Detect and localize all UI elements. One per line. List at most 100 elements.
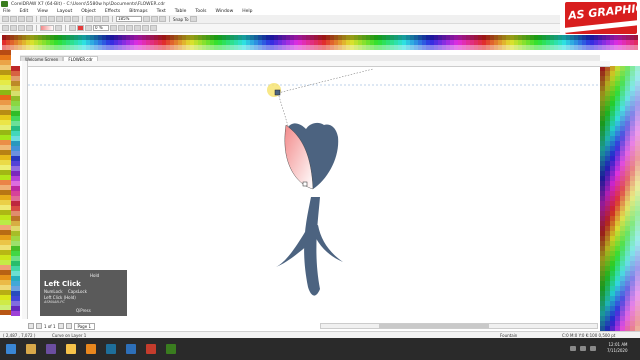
- import-button[interactable]: [86, 16, 93, 22]
- color-swatch[interactable]: [610, 171, 615, 176]
- color-swatch[interactable]: [0, 265, 11, 270]
- color-swatch[interactable]: [11, 191, 20, 196]
- color-swatch[interactable]: [635, 66, 640, 71]
- color-swatch[interactable]: [635, 186, 640, 191]
- color-swatch[interactable]: [26, 45, 30, 50]
- color-swatch[interactable]: [600, 166, 605, 171]
- color-swatch[interactable]: [18, 40, 22, 45]
- color-swatch[interactable]: [410, 35, 414, 40]
- color-swatch[interactable]: [635, 281, 640, 286]
- color-swatch[interactable]: [11, 281, 20, 286]
- color-swatch[interactable]: [635, 256, 640, 261]
- color-swatch[interactable]: [11, 116, 20, 121]
- color-swatch[interactable]: [610, 196, 615, 201]
- export-button[interactable]: [94, 16, 101, 22]
- color-swatch[interactable]: [635, 296, 640, 301]
- color-swatch[interactable]: [6, 40, 10, 45]
- color-swatch[interactable]: [11, 221, 20, 226]
- color-swatch[interactable]: [190, 35, 194, 40]
- color-swatch[interactable]: [0, 210, 11, 215]
- color-swatch[interactable]: [114, 35, 118, 40]
- color-swatch[interactable]: [600, 251, 605, 256]
- smooth-blend-button[interactable]: [126, 25, 133, 31]
- color-swatch[interactable]: [605, 156, 610, 161]
- color-swatch[interactable]: [26, 35, 30, 40]
- color-swatch[interactable]: [234, 45, 238, 50]
- color-swatch[interactable]: [210, 35, 214, 40]
- color-swatch[interactable]: [630, 166, 635, 171]
- color-swatch[interactable]: [600, 201, 605, 206]
- color-swatch[interactable]: [625, 131, 630, 136]
- color-swatch[interactable]: [610, 45, 614, 50]
- color-swatch[interactable]: [620, 221, 625, 226]
- color-swatch[interactable]: [600, 281, 605, 286]
- color-swatch[interactable]: [450, 45, 454, 50]
- color-swatch[interactable]: [522, 40, 526, 45]
- color-swatch[interactable]: [362, 35, 366, 40]
- color-swatch[interactable]: [482, 40, 486, 45]
- gradient-start-node[interactable]: [274, 89, 281, 96]
- color-swatch[interactable]: [170, 45, 174, 50]
- color-swatch[interactable]: [615, 226, 620, 231]
- color-swatch[interactable]: [190, 45, 194, 50]
- color-swatch[interactable]: [90, 35, 94, 40]
- color-swatch[interactable]: [630, 286, 635, 291]
- color-swatch[interactable]: [615, 166, 620, 171]
- color-swatch[interactable]: [0, 260, 11, 265]
- color-swatch[interactable]: [625, 201, 630, 206]
- color-swatch[interactable]: [94, 40, 98, 45]
- color-swatch[interactable]: [170, 35, 174, 40]
- color-swatch[interactable]: [615, 101, 620, 106]
- color-swatch[interactable]: [610, 301, 615, 306]
- color-swatch[interactable]: [182, 35, 186, 40]
- color-swatch[interactable]: [14, 35, 18, 40]
- color-swatch[interactable]: [490, 45, 494, 50]
- color-swatch[interactable]: [600, 266, 605, 271]
- color-swatch[interactable]: [486, 45, 490, 50]
- color-swatch[interactable]: [0, 255, 11, 260]
- color-swatch[interactable]: [50, 40, 54, 45]
- color-swatch[interactable]: [600, 261, 605, 266]
- color-swatch[interactable]: [635, 276, 640, 281]
- color-swatch[interactable]: [426, 45, 430, 50]
- scrollbar-thumb[interactable]: [379, 324, 489, 328]
- color-swatch[interactable]: [625, 156, 630, 161]
- color-swatch[interactable]: [605, 321, 610, 326]
- color-swatch[interactable]: [615, 256, 620, 261]
- color-swatch[interactable]: [605, 131, 610, 136]
- color-swatch[interactable]: [600, 116, 605, 121]
- color-swatch[interactable]: [322, 40, 326, 45]
- color-swatch[interactable]: [430, 40, 434, 45]
- color-swatch[interactable]: [630, 186, 635, 191]
- color-swatch[interactable]: [70, 45, 74, 50]
- color-swatch[interactable]: [605, 176, 610, 181]
- color-swatch[interactable]: [600, 236, 605, 241]
- color-swatch[interactable]: [11, 211, 20, 216]
- color-swatch[interactable]: [625, 176, 630, 181]
- color-swatch[interactable]: [262, 35, 266, 40]
- color-swatch[interactable]: [38, 45, 42, 50]
- color-swatch[interactable]: [550, 45, 554, 50]
- previous-page-button[interactable]: [36, 323, 42, 329]
- color-swatch[interactable]: [625, 171, 630, 176]
- color-swatch[interactable]: [605, 71, 610, 76]
- color-swatch[interactable]: [630, 171, 635, 176]
- color-swatch[interactable]: [394, 35, 398, 40]
- color-swatch[interactable]: [258, 40, 262, 45]
- color-swatch[interactable]: [605, 226, 610, 231]
- color-swatch[interactable]: [625, 151, 630, 156]
- color-swatch[interactable]: [0, 300, 11, 305]
- color-swatch[interactable]: [478, 40, 482, 45]
- color-swatch[interactable]: [354, 40, 358, 45]
- color-swatch[interactable]: [198, 45, 202, 50]
- color-swatch[interactable]: [600, 121, 605, 126]
- node-transparency-field[interactable]: 0 %: [93, 25, 109, 31]
- color-swatch[interactable]: [538, 35, 542, 40]
- color-swatch[interactable]: [30, 45, 34, 50]
- color-swatch[interactable]: [82, 35, 86, 40]
- color-swatch[interactable]: [620, 131, 625, 136]
- color-swatch[interactable]: [600, 126, 605, 131]
- color-swatch[interactable]: [620, 141, 625, 146]
- color-swatch[interactable]: [374, 35, 378, 40]
- color-swatch[interactable]: [605, 181, 610, 186]
